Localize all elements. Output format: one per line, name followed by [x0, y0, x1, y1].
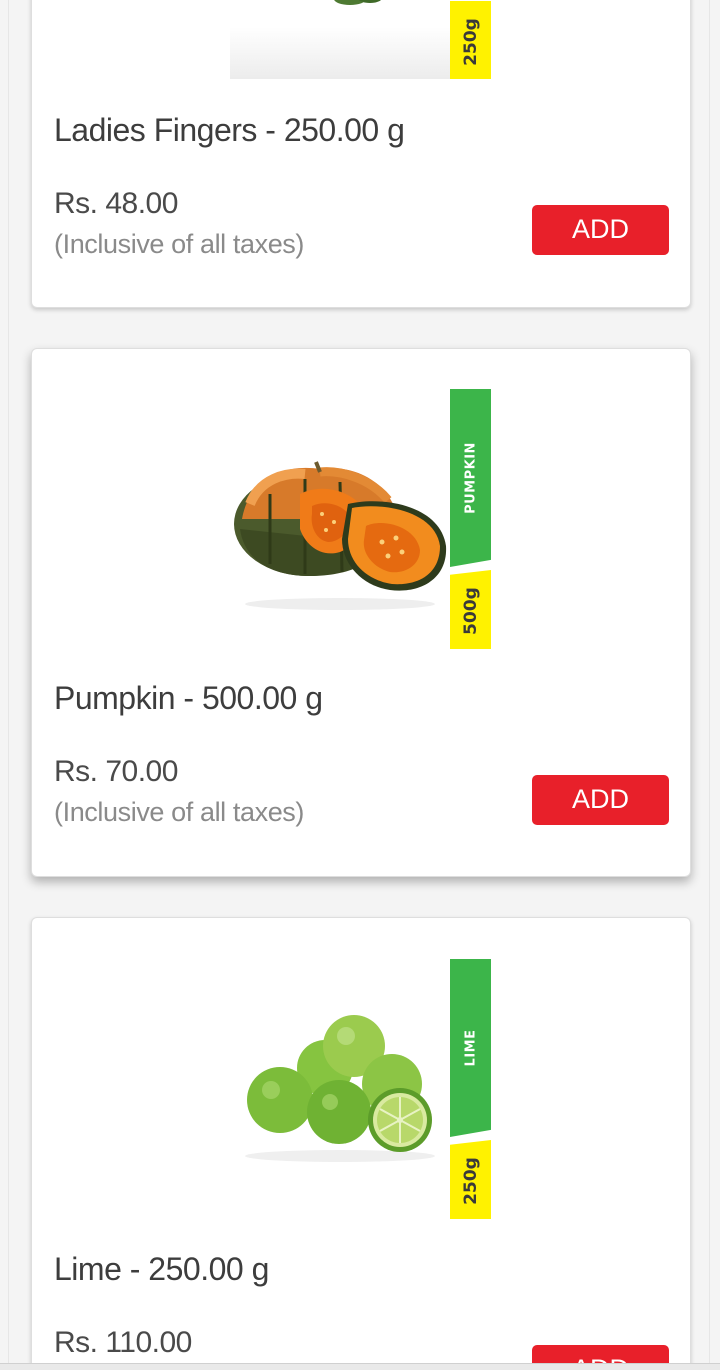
add-button[interactable]: ADD [532, 205, 669, 255]
product-price: Rs. 110.00 [54, 1326, 192, 1359]
product-card-ladies-fingers[interactable]: 250g Ladies Fingers - 250.00 g Rs. 48.00… [31, 0, 691, 308]
product-title: Pumpkin - 500.00 g [54, 680, 323, 716]
name-tag-label: LIME [463, 1029, 478, 1067]
weight-tag-label: 250g [460, 1157, 481, 1205]
product-price: Rs. 48.00 [54, 187, 178, 220]
tax-note: (Inclusive of all taxes) [54, 797, 304, 827]
product-list-page: 250g Ladies Fingers - 250.00 g Rs. 48.00… [0, 0, 720, 1370]
lime-image [230, 1008, 450, 1168]
bottom-edge [0, 1363, 720, 1370]
weight-tag: 250g [450, 1, 491, 79]
ladies-fingers-image [230, 0, 450, 79]
name-tag: PUMPKIN [450, 389, 491, 567]
product-card-lime[interactable]: LIME 250g Lime - 250.00 g Rs. 110.00 ADD [31, 917, 691, 1370]
product-price: Rs. 70.00 [54, 755, 178, 788]
weight-tag: 250g [450, 1140, 491, 1219]
weight-tag-label: 500g [460, 587, 481, 635]
name-tag-label: PUMPKIN [463, 442, 478, 514]
name-tag: LIME [450, 959, 491, 1137]
add-button[interactable]: ADD [532, 775, 669, 825]
product-title: Lime - 250.00 g [54, 1251, 269, 1287]
pumpkin-image [230, 434, 450, 614]
product-title: Ladies Fingers - 250.00 g [54, 112, 405, 148]
weight-tag-label: 250g [460, 17, 481, 66]
weight-tag: 500g [450, 570, 491, 649]
page-edge-left [8, 0, 9, 1370]
product-card-pumpkin[interactable]: PUMPKIN 500g Pumpkin - 500.00 g Rs. 70.0… [31, 348, 691, 877]
tax-note: (Inclusive of all taxes) [54, 229, 304, 259]
page-edge-right [709, 0, 710, 1370]
